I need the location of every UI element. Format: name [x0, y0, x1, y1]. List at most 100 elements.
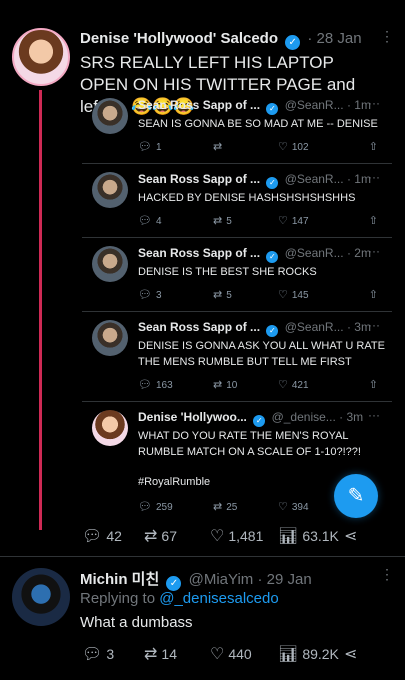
reply-button[interactable]: 💬︎ 3: [82, 644, 114, 664]
avatar[interactable]: [92, 320, 128, 356]
like-icon: ♡: [210, 646, 225, 663]
verified-badge-icon: ✓: [166, 576, 182, 591]
reply-button[interactable]: 💬︎ 163: [138, 378, 173, 391]
replying-handle-link[interactable]: @_denisesalcedo: [159, 590, 278, 607]
more-dots-icon[interactable]: ···: [368, 96, 380, 110]
views-count: 63.1K: [302, 528, 339, 544]
reply-button[interactable]: 💬︎ 42: [82, 526, 122, 546]
retweet-button[interactable]: ⇄ 10: [213, 378, 237, 391]
more-dots-icon[interactable]: ⋮: [380, 566, 395, 583]
quoted-handle[interactable]: @_denise...: [272, 410, 336, 424]
retweet-icon: ⇄: [144, 528, 158, 545]
quoted-name[interactable]: Sean Ross Sapp of ...: [138, 246, 260, 260]
like-button[interactable]: ♡ 1,481: [210, 526, 263, 546]
share-button[interactable]: ⋖: [344, 644, 361, 664]
retweet-button[interactable]: ⇄ 67: [144, 526, 177, 546]
like-button[interactable]: ♡ 102: [278, 140, 309, 153]
like-icon: ♡: [278, 215, 288, 227]
compose-button[interactable]: ✎: [334, 474, 378, 518]
retweet-count: 10: [226, 380, 238, 391]
more-dots-icon[interactable]: ⋮: [380, 28, 395, 45]
quoted-header: Sean Ross Sapp of ... ✓ @SeanR... · 3m: [138, 320, 371, 337]
author-name[interactable]: Michin 미친: [80, 571, 159, 588]
share-button[interactable]: ⋖: [344, 526, 361, 546]
retweet-icon: ⇄: [144, 646, 158, 663]
views-button[interactable]: 📊︎ 63.1K: [278, 526, 339, 546]
quoted-handle[interactable]: @SeanR...: [285, 320, 344, 334]
reply-button[interactable]: 💬︎ 4: [138, 214, 162, 227]
retweet-button[interactable]: ⇄ 5: [213, 288, 232, 301]
like-button[interactable]: ♡ 421: [278, 378, 309, 391]
author-handle[interactable]: @MiaYim: [189, 571, 254, 588]
share-button[interactable]: ⇧: [369, 378, 382, 391]
reply-icon: 💬︎: [138, 289, 152, 301]
reply-count: 163: [155, 380, 173, 391]
retweet-button[interactable]: ⇄ 5: [213, 214, 232, 227]
reply-button[interactable]: 💬︎ 3: [138, 288, 162, 301]
author-name[interactable]: Denise 'Hollywood' Salcedo: [80, 30, 278, 47]
share-icon: ⇧: [368, 141, 378, 153]
tweet-time[interactable]: · 29 Jan: [257, 571, 311, 588]
like-button[interactable]: ♡ 145: [278, 288, 309, 301]
like-count: 394: [291, 502, 309, 513]
like-icon: ♡: [278, 141, 288, 153]
retweet-button[interactable]: ⇄ 14: [144, 644, 177, 664]
share-button[interactable]: ⇧: [369, 288, 382, 301]
divider: [0, 556, 405, 557]
quoted-handle[interactable]: @SeanR...: [285, 98, 344, 112]
quoted-tweet-card[interactable]: Sean Ross Sapp of ... ✓ @SeanR... · 2m ·…: [82, 240, 392, 312]
verified-badge-icon: ✓: [266, 251, 279, 263]
avatar[interactable]: [92, 246, 128, 282]
quoted-time[interactable]: · 3m: [339, 410, 363, 424]
more-dots-icon[interactable]: ···: [368, 318, 380, 332]
like-button[interactable]: ♡ 440: [210, 644, 252, 664]
reply-icon: 💬︎: [138, 215, 152, 227]
quoted-name[interactable]: Denise 'Hollywoo...: [138, 410, 247, 424]
quoted-handle[interactable]: @SeanR...: [285, 246, 344, 260]
quoted-tweet-card[interactable]: Sean Ross Sapp of ... ✓ @SeanR... · 1m ·…: [82, 166, 392, 238]
reply-button[interactable]: 💬︎ 259: [138, 500, 173, 513]
author-avatar[interactable]: [12, 28, 70, 86]
verified-badge-icon: ✓: [266, 103, 279, 115]
compose-feather-icon: ✎: [347, 485, 365, 507]
views-button[interactable]: 📊︎ 89.2K: [278, 644, 339, 664]
quoted-text: DENISE IS THE BEST SHE ROCKS: [138, 266, 317, 278]
like-button[interactable]: ♡ 394: [278, 500, 309, 513]
reply-count: 259: [155, 502, 173, 513]
main-tweet-header: Denise 'Hollywood' Salcedo ✓ · 28 Jan: [80, 30, 362, 50]
retweet-icon: ⇄: [213, 289, 223, 301]
quoted-tweet-card[interactable]: Sean Ross Sapp of ... ✓ @SeanR... · 3m ·…: [82, 314, 392, 402]
more-dots-icon[interactable]: ···: [368, 244, 380, 258]
verified-badge-icon: ✓: [266, 325, 279, 337]
quoted-header: Sean Ross Sapp of ... ✓ @SeanR... · 1m: [138, 98, 371, 115]
retweet-count: 5: [226, 216, 232, 227]
retweet-icon: ⇄: [213, 379, 223, 391]
avatar[interactable]: [92, 172, 128, 208]
reply-tweet-header: Michin 미친 ✓ @MiaYim · 29 Jan: [80, 568, 312, 591]
more-dots-icon[interactable]: ···: [368, 408, 380, 422]
author-avatar[interactable]: [12, 568, 70, 626]
share-button[interactable]: ⇧: [369, 140, 382, 153]
quoted-name[interactable]: Sean Ross Sapp of ...: [138, 98, 260, 112]
replying-to: Replying to @_denisesalcedo: [80, 590, 279, 607]
quoted-name[interactable]: Sean Ross Sapp of ...: [138, 320, 260, 334]
avatar[interactable]: [92, 410, 128, 446]
like-count: 1,481: [228, 528, 264, 544]
like-button[interactable]: ♡ 147: [278, 214, 309, 227]
views-icon: 📊︎: [278, 528, 299, 545]
quoted-name[interactable]: Sean Ross Sapp of ...: [138, 172, 260, 186]
share-icon: ⇧: [368, 289, 378, 301]
quoted-text: SEAN IS GONNA BE SO MAD AT ME -- DENISE: [138, 118, 378, 130]
reply-tweet-text: What a dumbass: [80, 614, 193, 631]
retweet-icon: ⇄: [213, 501, 223, 513]
quoted-handle[interactable]: @SeanR...: [285, 172, 344, 186]
more-dots-icon[interactable]: ···: [368, 170, 380, 184]
avatar[interactable]: [92, 98, 128, 134]
reply-button[interactable]: 💬︎ 1: [138, 140, 162, 153]
retweet-count: 5: [226, 290, 232, 301]
retweet-button[interactable]: ⇄ 25: [213, 500, 237, 513]
retweet-button[interactable]: ⇄: [213, 140, 226, 153]
tweet-time[interactable]: · 28 Jan: [307, 30, 361, 47]
quoted-tweet-card[interactable]: Sean Ross Sapp of ... ✓ @SeanR... · 1m ·…: [82, 92, 392, 164]
share-button[interactable]: ⇧: [369, 214, 382, 227]
